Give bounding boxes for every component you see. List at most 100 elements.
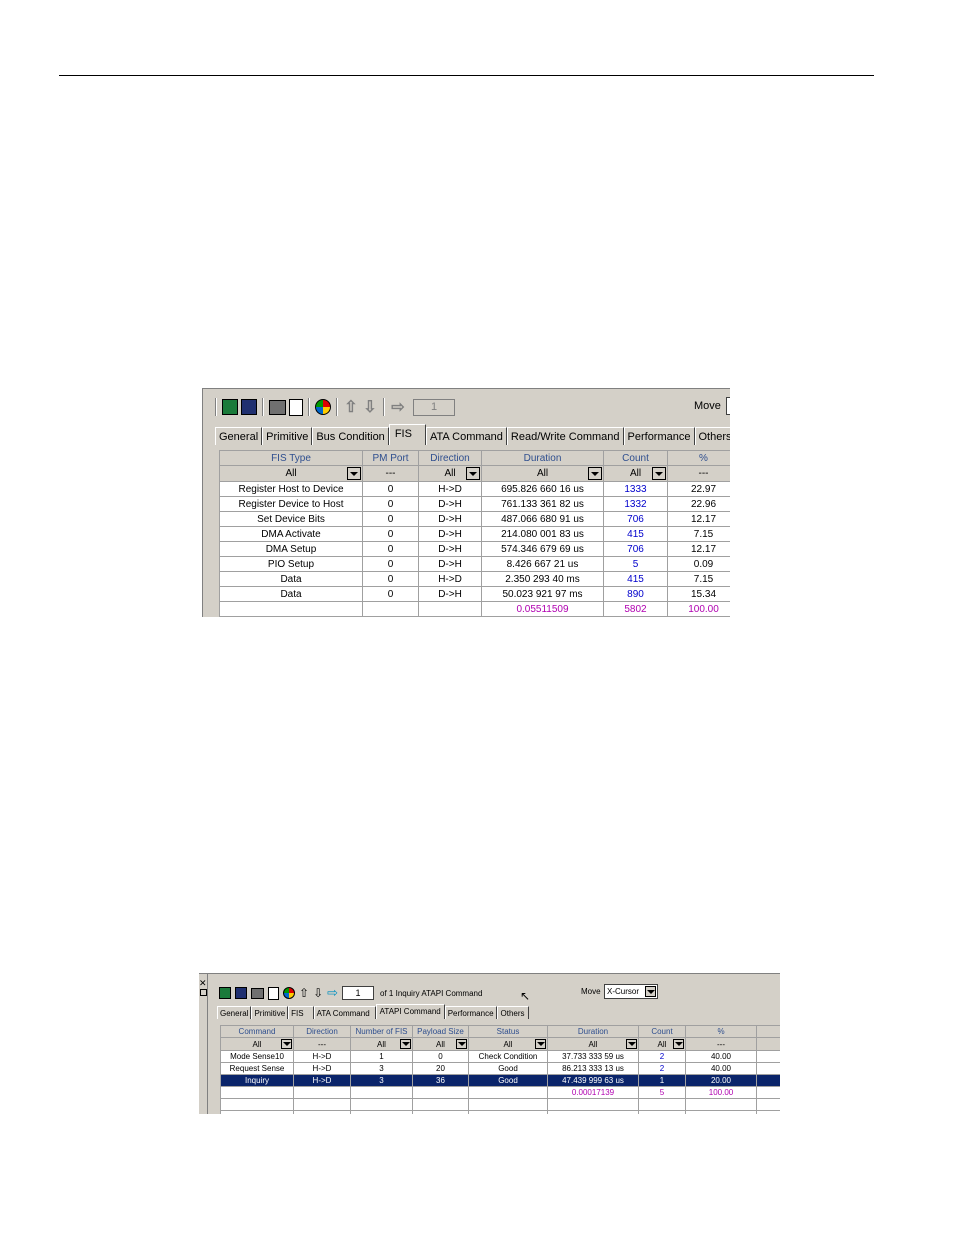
tab-atapi-command[interactable]: ATAPI Command xyxy=(375,1004,445,1019)
column-header-number-of-fis[interactable]: Number of FIS xyxy=(350,1025,413,1038)
tab-general[interactable]: General xyxy=(217,1006,252,1019)
table-row[interactable]: Register Device to Host 0 D->H 761.133 361 … xyxy=(219,496,730,512)
table-row[interactable]: DMA Setup 0 D->H 574.346 679 69 us 706 12.17 xyxy=(219,541,730,557)
column-header-count[interactable]: Count xyxy=(638,1025,686,1038)
dropdown-arrow-icon[interactable] xyxy=(347,467,361,480)
column-header-percent[interactable]: % xyxy=(685,1025,757,1038)
total-cell xyxy=(293,1086,351,1099)
totals-row: 0.00017139 5 100.00 xyxy=(220,1086,780,1099)
print-preview-icon[interactable] xyxy=(268,986,279,1000)
tab-ata-command[interactable]: ATA Command xyxy=(425,427,507,445)
save-icon[interactable] xyxy=(235,987,247,999)
print-icon[interactable] xyxy=(251,987,264,999)
table-row[interactable]: Request Sense H->D 3 20 Good 86.213 333 13 us… xyxy=(220,1062,780,1075)
table-cell: 0 xyxy=(412,1050,469,1063)
column-header-percent[interactable]: % xyxy=(667,450,730,466)
filter-duration[interactable]: All xyxy=(547,1037,639,1051)
mouse-cursor-icon: ↖ xyxy=(520,989,531,1003)
table-row[interactable]: DMA Activate 0 D->H 214.080 001 83 us 415 7.1… xyxy=(219,526,730,542)
filter-duration[interactable]: All xyxy=(481,465,604,482)
table-cell: 1 xyxy=(638,1074,686,1087)
arrow-down-icon[interactable]: ⇩ xyxy=(362,397,378,417)
table-cell: 15.34 xyxy=(667,586,730,602)
go-to-arrow-icon[interactable]: ⇨ xyxy=(390,397,406,417)
filter-count[interactable]: All xyxy=(603,465,668,482)
column-header-fis-type[interactable]: FIS Type xyxy=(219,450,363,466)
table-row[interactable]: Mode Sense10 H->D 1 0 Check Condition 37.733 … xyxy=(220,1050,780,1063)
table-cell xyxy=(756,1110,780,1114)
tab-fis[interactable]: FIS xyxy=(288,1006,314,1019)
table-cell: Register Device to Host xyxy=(219,496,363,512)
color-palette-icon[interactable] xyxy=(283,987,295,999)
table-row[interactable]: PIO Setup 0 D->H 8.426 667 21 us 5 0.09 xyxy=(219,556,730,572)
table-cell: 0 xyxy=(362,556,419,572)
tab-others[interactable]: Others xyxy=(694,427,730,445)
filter-number-of-fis[interactable]: All xyxy=(350,1037,413,1051)
column-header-direction[interactable]: Direction xyxy=(418,450,482,466)
dropdown-arrow-icon[interactable] xyxy=(281,1039,292,1049)
table-cell: H->D xyxy=(418,571,482,587)
tab-primitive[interactable]: Primitive xyxy=(262,427,313,445)
filter-fis-type[interactable]: All xyxy=(219,465,363,482)
filter-payload-size[interactable]: All xyxy=(412,1037,469,1051)
column-header-direction[interactable]: Direction xyxy=(293,1025,351,1038)
table-row[interactable]: Inquiry H->D 3 36 Good 47.439 999 63 us 1 20.00 xyxy=(220,1074,780,1087)
dropdown-arrow-icon[interactable] xyxy=(626,1039,637,1049)
print-preview-icon[interactable] xyxy=(289,398,303,416)
tab-read-write-command[interactable]: Read/Write Command xyxy=(506,427,624,445)
move-select[interactable]: X-Cursor xyxy=(604,984,658,999)
tab-fis[interactable]: FIS xyxy=(388,424,426,445)
column-header-payload-size[interactable]: Payload Size xyxy=(412,1025,469,1038)
column-header-duration[interactable]: Duration xyxy=(547,1025,639,1038)
tab-performance[interactable]: Performance xyxy=(623,427,695,445)
dropdown-arrow-icon[interactable] xyxy=(645,986,656,997)
go-to-arrow-icon[interactable]: ⇨ xyxy=(327,985,338,1001)
move-select[interactable] xyxy=(726,397,730,415)
table-row[interactable]: Register Host to Device 0 H->D 695.826 660 … xyxy=(219,481,730,497)
column-header-count[interactable]: Count xyxy=(603,450,668,466)
tab-ata-command[interactable]: ATA Command xyxy=(313,1006,376,1019)
color-palette-icon[interactable] xyxy=(315,399,331,415)
table-cell: H->D xyxy=(418,481,482,497)
table-row[interactable]: Set Device Bits 0 D->H 487.066 680 91 us 706… xyxy=(219,511,730,527)
table-row[interactable]: Data 0 H->D 2.350 293 40 ms 415 7.15 xyxy=(219,571,730,587)
dropdown-arrow-icon[interactable] xyxy=(588,467,602,480)
table-cell: 5 xyxy=(603,556,668,572)
table-cell xyxy=(350,1110,413,1114)
dropdown-arrow-icon[interactable] xyxy=(652,467,666,480)
table-cell: 3 xyxy=(350,1062,413,1075)
dropdown-arrow-icon[interactable] xyxy=(673,1039,684,1049)
save-icon[interactable] xyxy=(241,399,257,415)
arrow-down-icon[interactable]: ⇩ xyxy=(313,986,323,1000)
arrow-up-icon[interactable]: ⇧ xyxy=(343,397,359,417)
tab-others[interactable]: Others xyxy=(496,1006,529,1019)
dropdown-arrow-icon[interactable] xyxy=(400,1039,411,1049)
page-info-text: of 1 Inquiry ATAPI Command xyxy=(380,988,483,998)
tab-primitive[interactable]: Primitive xyxy=(251,1006,289,1019)
filter-status[interactable]: All xyxy=(468,1037,548,1051)
table-cell: 415 xyxy=(603,526,668,542)
page-number-input[interactable]: 1 xyxy=(342,986,375,1000)
arrow-up-icon[interactable]: ⇧ xyxy=(299,986,309,1000)
dropdown-arrow-icon[interactable] xyxy=(535,1039,546,1049)
tab-performance[interactable]: Performance xyxy=(444,1006,497,1019)
column-header-pm-port[interactable]: PM Port xyxy=(362,450,419,466)
column-header-command[interactable]: Command xyxy=(220,1025,294,1038)
table-row[interactable]: Data 0 D->H 50.023 921 97 ms 890 15.34 xyxy=(219,586,730,602)
dropdown-arrow-icon[interactable] xyxy=(456,1039,467,1049)
dropdown-arrow-icon[interactable] xyxy=(466,467,480,480)
tab-general[interactable]: General xyxy=(215,427,263,445)
filter-command[interactable]: All xyxy=(220,1037,294,1051)
column-header-duration[interactable]: Duration xyxy=(481,450,604,466)
filter-direction[interactable]: All xyxy=(418,465,482,482)
print-icon[interactable] xyxy=(269,399,286,415)
column-header-status[interactable]: Status xyxy=(468,1025,548,1038)
export-icon[interactable] xyxy=(222,399,238,415)
filter-pm-port: --- xyxy=(362,465,419,482)
tab-bus-condition[interactable]: Bus Condition xyxy=(312,427,389,445)
page-number-input[interactable]: 1 xyxy=(413,398,455,416)
close-icon[interactable]: ✕ xyxy=(199,979,207,988)
restore-icon[interactable] xyxy=(200,989,207,996)
export-icon[interactable] xyxy=(219,987,231,999)
filter-count[interactable]: All xyxy=(638,1037,686,1051)
